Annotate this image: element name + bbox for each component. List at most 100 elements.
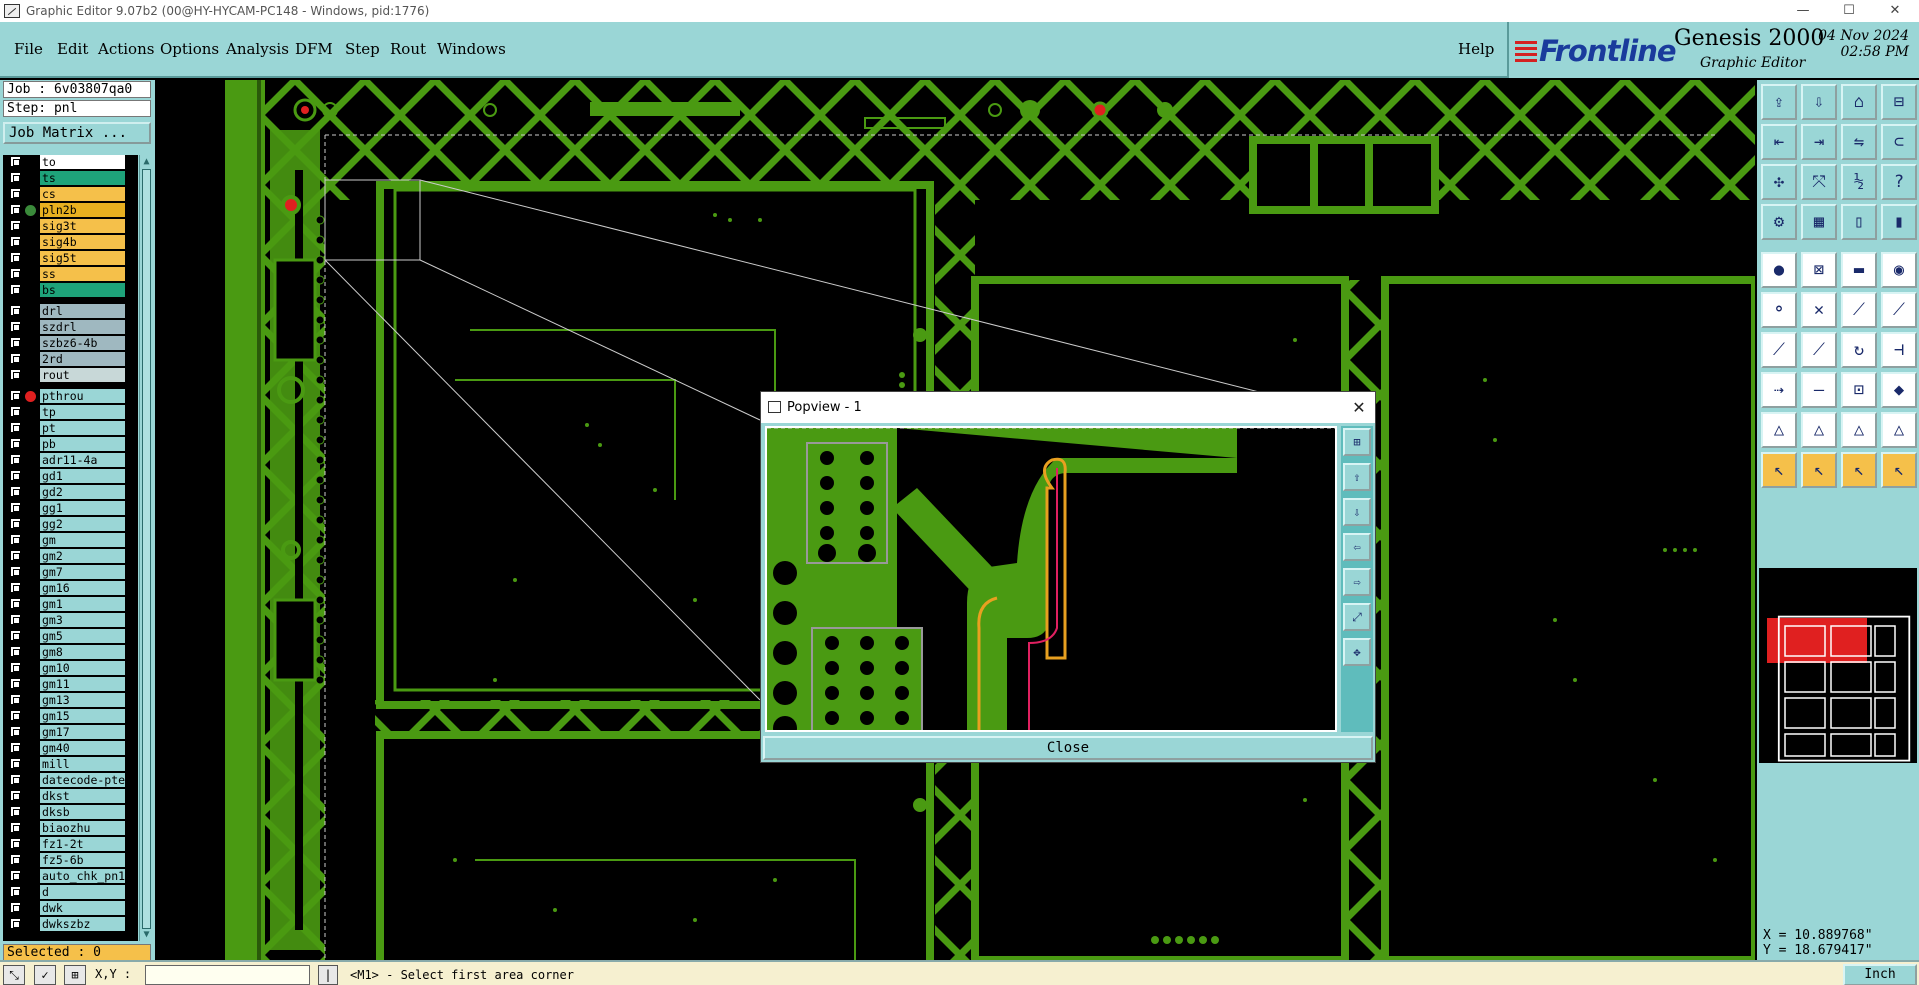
layer-name[interactable]: dwk <box>40 901 125 915</box>
layer-name[interactable]: gm <box>40 533 125 547</box>
layer-row[interactable]: gm16 <box>3 581 138 595</box>
layer-row[interactable]: to <box>3 155 138 169</box>
home-icon[interactable]: ⌂ <box>1841 84 1877 120</box>
layer-name[interactable]: to <box>40 155 125 169</box>
layer-name[interactable]: pb <box>40 437 125 451</box>
layer-checkbox[interactable] <box>10 902 21 913</box>
pad-icon[interactable]: ● <box>1761 252 1797 288</box>
import-icon[interactable]: ⇤ <box>1761 124 1797 160</box>
layer-name[interactable]: gm40 <box>40 741 125 755</box>
layer-name[interactable]: datecode-pte <box>40 773 125 787</box>
layer-checkbox[interactable] <box>10 337 21 348</box>
layer-checkbox[interactable] <box>10 742 21 753</box>
grid-toggle-icon[interactable]: ⊞ <box>64 965 86 985</box>
layer-row[interactable]: gm3 <box>3 613 138 627</box>
resize-icon[interactable]: ⤡ <box>3 965 25 985</box>
menu-dfm[interactable]: DFM <box>295 40 333 58</box>
layer-row[interactable]: biaozhu <box>3 821 138 835</box>
layer-name[interactable]: bs <box>40 283 125 297</box>
layer-name[interactable]: biaozhu <box>40 821 125 835</box>
layer-name[interactable]: gg1 <box>40 501 125 515</box>
layer-checkbox[interactable] <box>10 502 21 513</box>
maximize-button[interactable]: ☐ <box>1826 0 1872 22</box>
layer-name[interactable]: ts <box>40 171 125 185</box>
layer-row[interactable]: mill <box>3 757 138 771</box>
layer-name[interactable]: tp <box>40 405 125 419</box>
layer-name[interactable]: auto_chk_pn1 <box>40 869 125 883</box>
layer-name[interactable]: pt <box>40 421 125 435</box>
layer-row[interactable]: fz1-2t <box>3 837 138 851</box>
menu-actions[interactable]: Actions <box>98 40 154 58</box>
layer-row[interactable]: gm2 <box>3 549 138 563</box>
layer-row[interactable]: sig4b <box>3 235 138 249</box>
connect-icon[interactable]: ⚬ <box>1761 292 1797 328</box>
layer-name[interactable]: fz1-2t <box>40 837 125 851</box>
help-icon[interactable]: ? <box>1881 164 1917 200</box>
layer-row[interactable]: cs <box>3 187 138 201</box>
layer-row[interactable]: fz5-6b <box>3 853 138 867</box>
layer-scrollbar[interactable]: ▲ ▼ <box>139 155 152 941</box>
layer-checkbox[interactable] <box>10 188 21 199</box>
open-icon[interactable]: ⇪ <box>1761 84 1797 120</box>
layer-checkbox[interactable] <box>10 390 21 401</box>
layer-checkbox[interactable] <box>10 518 21 529</box>
layer-checkbox[interactable] <box>10 582 21 593</box>
layer-name[interactable]: drl <box>40 304 125 318</box>
save-icon[interactable]: ⇩ <box>1801 84 1837 120</box>
layer-row[interactable]: gm15 <box>3 709 138 723</box>
popview-zoom-icon[interactable]: ⊞ <box>1343 428 1371 456</box>
layer-checkbox[interactable] <box>10 321 21 332</box>
layer-checkbox[interactable] <box>10 550 21 561</box>
layer-name[interactable]: gm17 <box>40 725 125 739</box>
cross-icon[interactable]: ✕ <box>1801 292 1837 328</box>
layer-row[interactable]: gm10 <box>3 661 138 675</box>
popview-left-icon[interactable]: ⇦ <box>1343 533 1371 561</box>
layer-checkbox[interactable] <box>10 486 21 497</box>
layer-checkbox[interactable] <box>10 726 21 737</box>
layer-row[interactable]: gd2 <box>3 485 138 499</box>
layer-name[interactable]: rout <box>40 368 125 382</box>
layer-row[interactable]: szbz6-4b <box>3 336 138 350</box>
layer-checkbox[interactable] <box>10 886 21 897</box>
layer-checkbox[interactable] <box>10 678 21 689</box>
layer-checkbox[interactable] <box>10 172 21 183</box>
layer-name[interactable]: 2rd <box>40 352 125 366</box>
layer-row[interactable]: pthrou <box>3 389 138 403</box>
layer-name[interactable]: gd2 <box>40 485 125 499</box>
pointer-select-icon[interactable]: ↖ <box>1801 452 1837 488</box>
layer-checkbox[interactable] <box>10 646 21 657</box>
layer-checkbox[interactable] <box>10 854 21 865</box>
layer-checkbox[interactable] <box>10 284 21 295</box>
layer-name[interactable]: gm1 <box>40 597 125 611</box>
layer-checkbox[interactable] <box>10 614 21 625</box>
layer-checkbox[interactable] <box>10 758 21 769</box>
triangle-b-icon[interactable]: △ <box>1841 412 1877 448</box>
layer-name[interactable]: gg2 <box>40 517 125 531</box>
layer-name[interactable]: d <box>40 885 125 899</box>
layer-row[interactable]: dksb <box>3 805 138 819</box>
scroll-up-icon[interactable]: ▲ <box>141 156 152 167</box>
layer-row[interactable]: gm13 <box>3 693 138 707</box>
layer-checkbox[interactable] <box>10 630 21 641</box>
layer-name[interactable]: szbz6-4b <box>40 336 125 350</box>
pointer-edit-icon[interactable]: ↖ <box>1841 452 1877 488</box>
layer-name[interactable]: gd1 <box>40 469 125 483</box>
layer-checkbox[interactable] <box>10 774 21 785</box>
layer-checkbox[interactable] <box>10 305 21 316</box>
layer-checkbox[interactable] <box>10 438 21 449</box>
layer-name[interactable]: gm8 <box>40 645 125 659</box>
distance-icon[interactable]: — <box>1801 372 1837 408</box>
layer-checkbox[interactable] <box>10 710 21 721</box>
layer-row[interactable]: gg2 <box>3 517 138 531</box>
layer-name[interactable]: dksb <box>40 805 125 819</box>
layer-name[interactable]: gm10 <box>40 661 125 675</box>
layer-row[interactable]: gd1 <box>3 469 138 483</box>
layer-row[interactable]: ts <box>3 171 138 185</box>
layer-checkbox[interactable] <box>10 470 21 481</box>
layer-row[interactable]: gm40 <box>3 741 138 755</box>
menu-rout[interactable]: Rout <box>390 40 426 58</box>
layer-toggle-icon[interactable]: ▯ <box>1841 204 1877 240</box>
layer-checkbox[interactable] <box>10 236 21 247</box>
ruler-icon[interactable]: ▬ <box>1841 252 1877 288</box>
layer-name[interactable]: pthrou <box>40 389 125 403</box>
